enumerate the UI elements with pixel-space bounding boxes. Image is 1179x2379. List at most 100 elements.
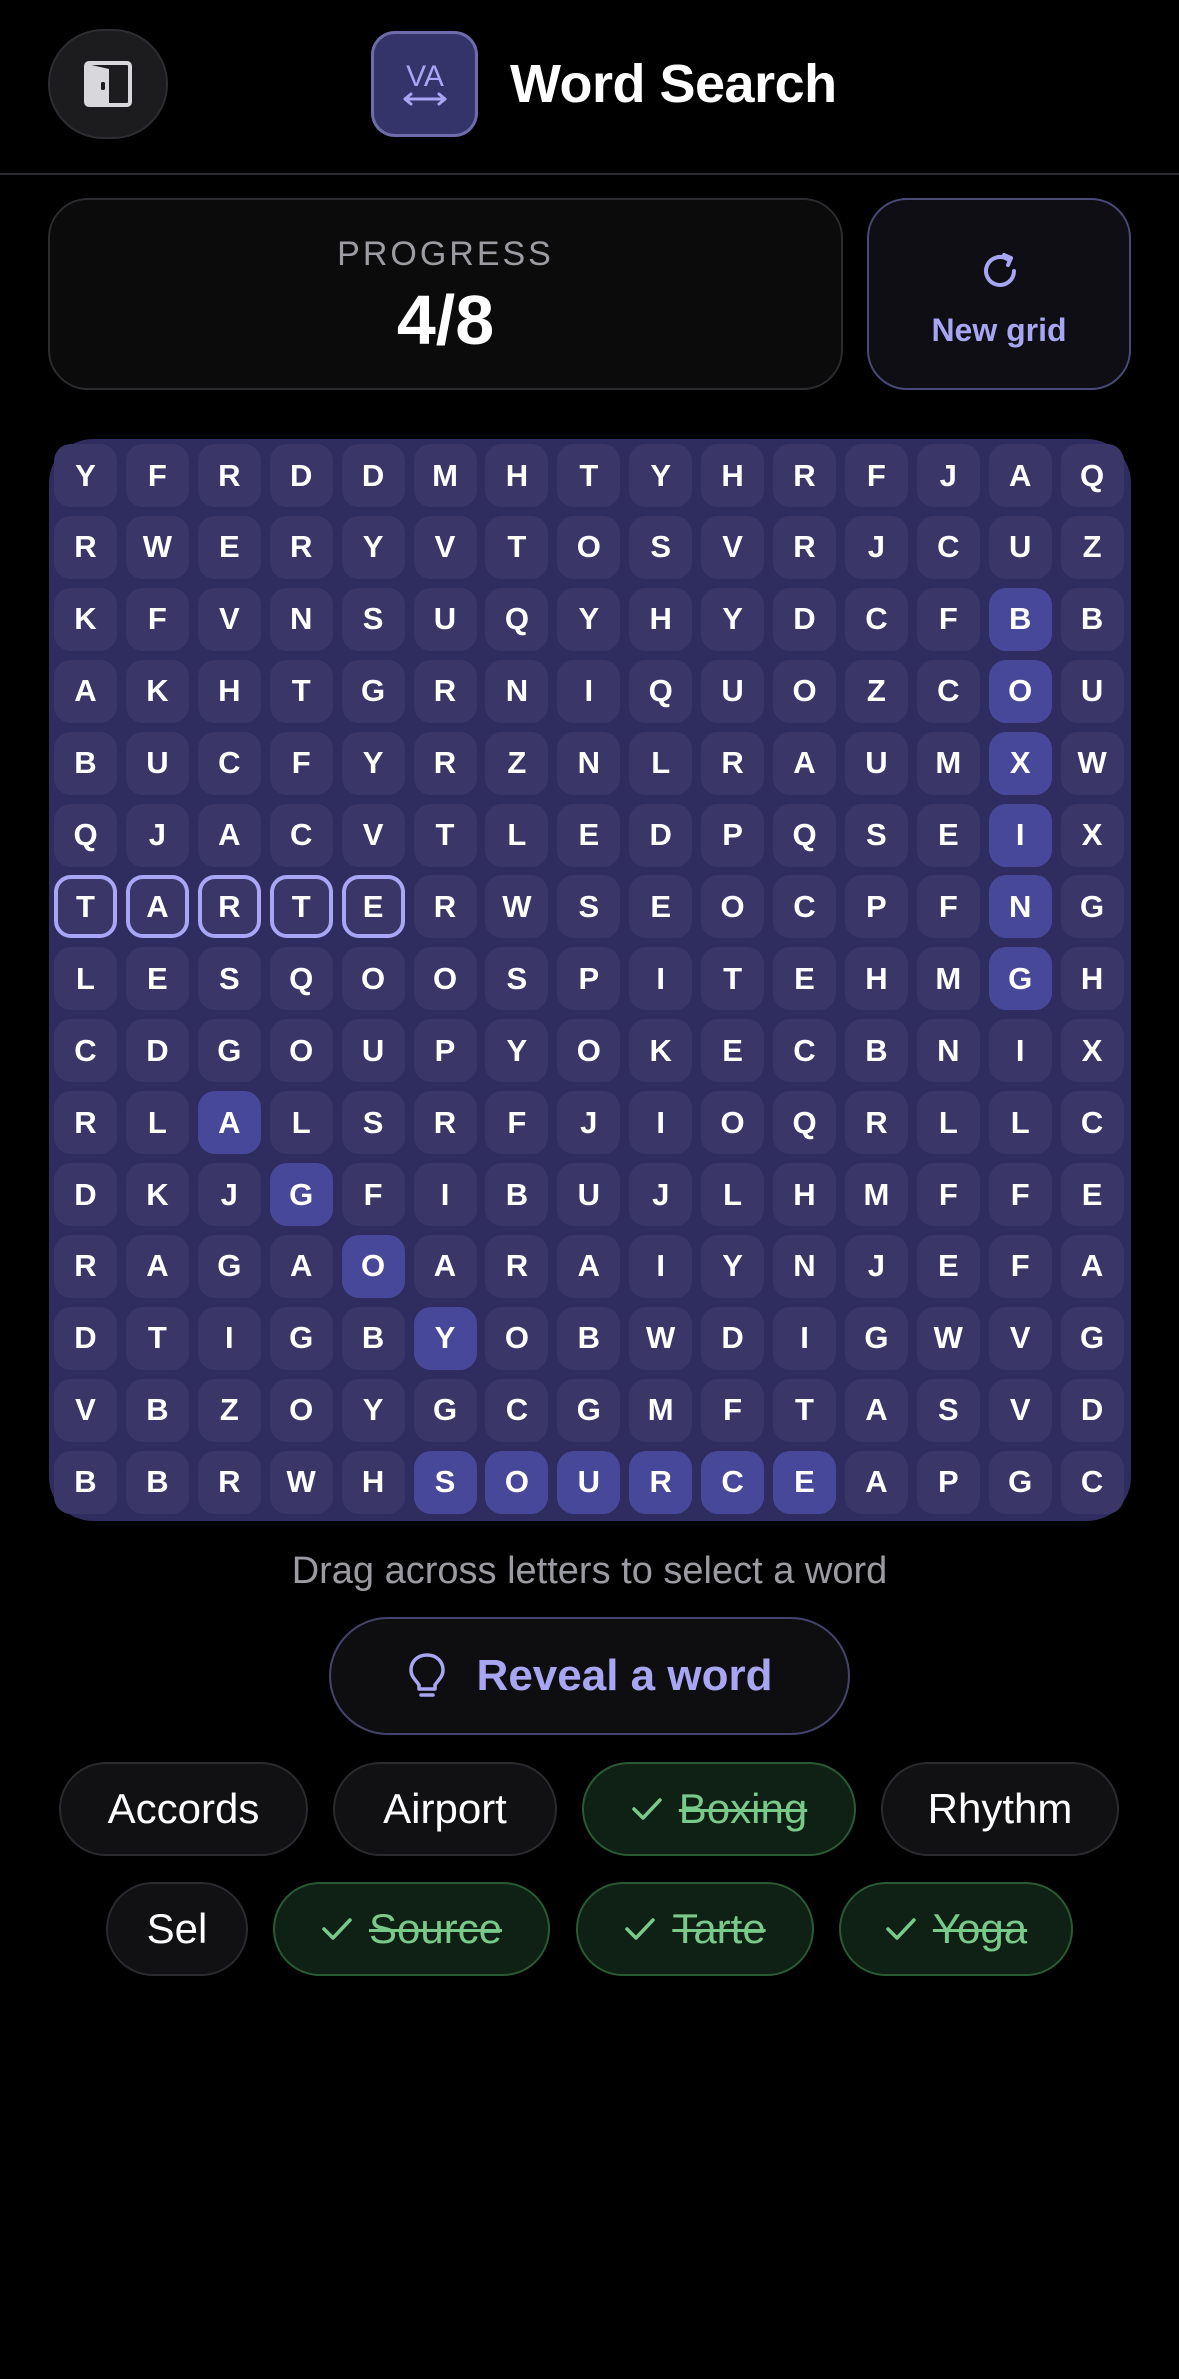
grid-cell[interactable]: M [413, 444, 477, 507]
grid-cell[interactable]: R [197, 1450, 261, 1514]
grid-cell[interactable]: Y [701, 587, 765, 651]
grid-cell[interactable]: Z [844, 659, 908, 723]
grid-cell[interactable]: K [125, 659, 189, 723]
grid-cell[interactable]: C [269, 803, 333, 867]
grid-cell[interactable]: B [1060, 587, 1124, 651]
grid-cell[interactable]: O [485, 1306, 549, 1370]
grid-cell[interactable]: C [773, 1019, 836, 1083]
grid-cell[interactable]: T [269, 659, 333, 723]
grid-cell[interactable]: B [54, 1450, 117, 1514]
grid-cell[interactable]: A [197, 803, 261, 867]
grid-cell[interactable]: A [197, 1091, 261, 1155]
grid-cell[interactable]: M [844, 1163, 908, 1226]
grid-cell[interactable]: W [269, 1450, 333, 1514]
grid-cell[interactable]: Q [773, 803, 836, 867]
grid-cell[interactable]: W [916, 1306, 980, 1370]
grid-cell[interactable]: F [916, 1163, 980, 1226]
grid-cell[interactable]: F [269, 731, 333, 795]
grid-cell[interactable]: D [269, 444, 333, 507]
grid-cell[interactable]: A [413, 1234, 477, 1298]
grid-cell[interactable]: O [413, 947, 477, 1011]
grid-cell[interactable]: B [125, 1378, 189, 1442]
grid-cell[interactable]: Y [341, 731, 405, 795]
grid-cell[interactable]: C [844, 587, 908, 651]
grid-cell[interactable]: M [916, 947, 980, 1011]
grid-cell[interactable]: J [557, 1091, 621, 1155]
grid-cell[interactable]: G [197, 1019, 261, 1083]
grid-cell[interactable]: V [988, 1378, 1052, 1442]
grid-cell[interactable]: G [557, 1378, 621, 1442]
grid-cell[interactable]: L [125, 1091, 189, 1155]
grid-cell[interactable]: S [341, 587, 405, 651]
grid-cell[interactable]: F [916, 587, 980, 651]
grid-cell[interactable]: R [701, 731, 765, 795]
grid-cell[interactable]: E [629, 875, 693, 939]
grid-cell[interactable]: P [413, 1019, 477, 1083]
grid-cell[interactable]: T [125, 1306, 189, 1370]
grid-cell[interactable]: I [197, 1306, 261, 1370]
grid-cell[interactable]: A [773, 731, 836, 795]
grid-cell[interactable]: I [629, 1091, 693, 1155]
grid-cell[interactable]: C [1060, 1450, 1124, 1514]
grid-cell[interactable]: S [629, 515, 693, 579]
grid-cell[interactable]: F [988, 1234, 1052, 1298]
grid-cell[interactable]: V [413, 515, 477, 579]
grid-cell[interactable]: N [557, 731, 621, 795]
grid-cell[interactable]: H [701, 444, 765, 507]
grid-cell[interactable]: F [125, 444, 189, 507]
grid-cell[interactable]: R [629, 1450, 693, 1514]
grid-cell[interactable]: A [557, 1234, 621, 1298]
grid-cell[interactable]: S [197, 947, 261, 1011]
grid-cell[interactable]: C [54, 1019, 117, 1083]
grid-cell[interactable]: O [773, 659, 836, 723]
grid-cell[interactable]: H [1060, 947, 1124, 1011]
grid-cell[interactable]: J [916, 444, 980, 507]
grid-cell[interactable]: R [54, 1091, 117, 1155]
letter-grid[interactable]: YFRDDMHTYHRFJAQRWERYVTOSVRJCUZKFVNSUQYHY… [49, 439, 1131, 1521]
grid-cell[interactable]: Z [197, 1378, 261, 1442]
grid-cell[interactable]: U [557, 1163, 621, 1226]
grid-cell[interactable]: D [1060, 1378, 1124, 1442]
grid-cell[interactable]: E [125, 947, 189, 1011]
grid-cell[interactable]: E [341, 875, 405, 939]
grid-cell[interactable]: R [197, 444, 261, 507]
grid-cell[interactable]: V [341, 803, 405, 867]
grid-cell[interactable]: E [1060, 1163, 1124, 1226]
grid-cell[interactable]: J [844, 515, 908, 579]
grid-cell[interactable]: D [341, 444, 405, 507]
grid-cell[interactable]: P [844, 875, 908, 939]
grid-cell[interactable]: B [341, 1306, 405, 1370]
grid-cell[interactable]: X [1060, 803, 1124, 867]
grid-cell[interactable]: B [988, 587, 1052, 651]
grid-cell[interactable]: T [269, 875, 333, 939]
grid-cell[interactable]: R [413, 731, 477, 795]
grid-cell[interactable]: H [844, 947, 908, 1011]
grid-cell[interactable]: K [629, 1019, 693, 1083]
grid-cell[interactable]: G [269, 1163, 333, 1226]
grid-cell[interactable]: I [988, 803, 1052, 867]
grid-cell[interactable]: J [125, 803, 189, 867]
grid-cell[interactable]: E [916, 803, 980, 867]
grid-cell[interactable]: E [773, 1450, 836, 1514]
grid-cell[interactable]: S [413, 1450, 477, 1514]
grid-cell[interactable]: O [988, 659, 1052, 723]
grid-cell[interactable]: T [485, 515, 549, 579]
grid-cell[interactable]: O [557, 1019, 621, 1083]
grid-cell[interactable]: N [773, 1234, 836, 1298]
grid-cell[interactable]: H [773, 1163, 836, 1226]
grid-cell[interactable]: G [197, 1234, 261, 1298]
grid-cell[interactable]: F [485, 1091, 549, 1155]
grid-cell[interactable]: X [988, 731, 1052, 795]
grid-cell[interactable]: Y [341, 1378, 405, 1442]
grid-cell[interactable]: K [54, 587, 117, 651]
grid-cell[interactable]: D [125, 1019, 189, 1083]
grid-cell[interactable]: U [844, 731, 908, 795]
grid-cell[interactable]: Q [1060, 444, 1124, 507]
grid-cell[interactable]: N [988, 875, 1052, 939]
grid-cell[interactable]: F [844, 444, 908, 507]
grid-cell[interactable]: G [1060, 1306, 1124, 1370]
grid-cell[interactable]: C [701, 1450, 765, 1514]
grid-cell[interactable]: T [413, 803, 477, 867]
grid-cell[interactable]: M [629, 1378, 693, 1442]
grid-cell[interactable]: O [269, 1019, 333, 1083]
